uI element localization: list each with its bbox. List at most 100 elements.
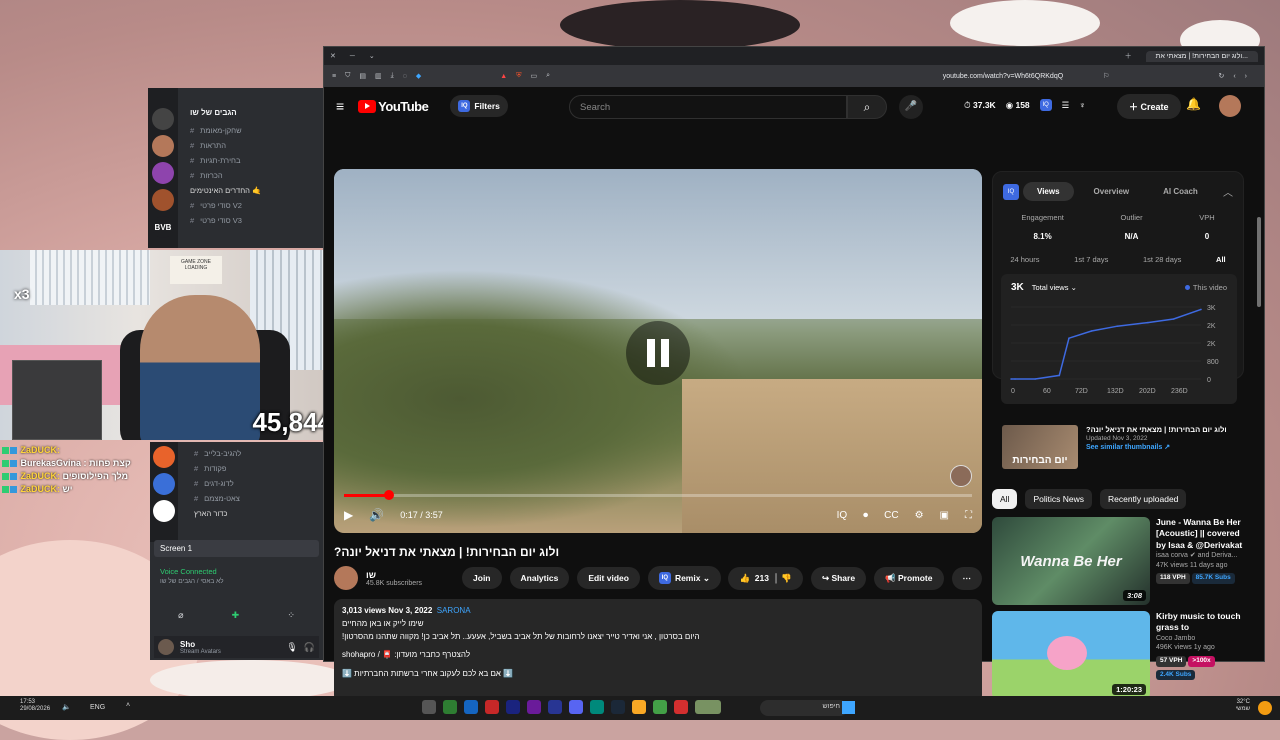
tab-youtube[interactable]: ולוג יום הבחירות! | מצאתי את... [1145,50,1258,62]
back-icon[interactable]: ‹ [1233,73,1235,80]
analytics-button[interactable]: Analytics [509,567,570,589]
discord-channel[interactable]: # לדוג-דגים [182,476,322,491]
close-icon[interactable]: ✕ [330,52,336,60]
bookmark-icon[interactable]: ⚐ [1103,72,1109,80]
server-icon[interactable] [152,108,174,130]
discord-app-icon[interactable] [569,700,583,714]
activity-icon[interactable]: ✚ [232,610,240,626]
server-icon[interactable] [153,473,175,495]
description-box[interactable]: 3,013 views Nov 3, 2022 SARONA שימו לייק… [334,599,982,703]
captions-icon[interactable]: CC [884,510,898,521]
trophy-icon[interactable]: ♆ [1079,100,1085,110]
discord-channel[interactable]: # הכרזות [178,168,323,183]
pause-overlay-icon[interactable] [626,321,690,385]
join-button[interactable]: Join [462,567,502,589]
app-icon[interactable] [590,700,604,714]
app-icon[interactable] [464,700,478,714]
settings-gear-icon[interactable]: ⚙ [915,510,924,521]
user-panel[interactable]: Sho Stream Avatars 🎙 🎧 [154,636,319,658]
vidiq-thumbnail-card[interactable]: יום הבחירות ולוג יום הבחירות! | מצאתי את… [1002,425,1244,469]
promote-button[interactable]: 📢 Promote [874,566,944,590]
discord-category[interactable]: כדור הארץ [182,506,322,521]
search-button[interactable]: ⌕ [847,95,887,119]
range-24h[interactable]: 24 hours [1010,255,1039,264]
similar-thumbnails-link[interactable]: See similar thumbnails ↗ [1086,443,1227,452]
play-icon[interactable]: ▶ [344,508,353,522]
notifications-bell-icon[interactable]: 🔔 [1186,97,1201,111]
progress-bar[interactable] [344,490,972,500]
miniplayer-icon[interactable]: ▣ [940,510,949,521]
shield-icon[interactable]: ⛉ [345,72,350,80]
tab-ai-coach[interactable]: AI Coach [1149,182,1212,201]
new-tab-icon[interactable]: ＋ [1125,51,1132,61]
discord-server-title[interactable]: הגבים של שו [178,88,323,123]
download-icon[interactable]: ⤓ [391,72,394,80]
alert-icon[interactable]: ▲ [500,73,507,80]
chip-recently-uploaded[interactable]: Recently uploaded [1100,489,1187,509]
scrollbar[interactable] [1257,217,1261,307]
discord-channel[interactable]: # סודי פרטי V3 [178,213,323,228]
app-icon[interactable] [653,700,667,714]
discord-channel[interactable]: # פקודות [182,461,322,476]
fullscreen-icon[interactable]: ⛶ [965,510,972,521]
taskbar-clock[interactable]: 17:53 29/08/2026 [20,699,50,713]
video-player[interactable]: ▶ 🔊 0:17 / 3:57 IQ ⏺ CC ⚙ ▣ ⛶ [334,169,982,533]
list-icon[interactable]: ☰ [1062,100,1070,111]
share-button[interactable]: ↪ Share [810,566,867,590]
location-tag[interactable]: SARONA [437,606,471,615]
server-icon[interactable] [152,135,174,157]
server-icon-bvb[interactable]: BVB [152,216,174,238]
app-icon[interactable] [443,700,457,714]
create-button[interactable]: ＋ Create [1117,94,1181,119]
weather-widget[interactable]: 32°C שמשי [1236,699,1250,713]
sidebar-icon[interactable]: ▥ [375,72,382,80]
brave-app-icon[interactable] [674,700,688,714]
discord-channel[interactable]: # בחירת-תגיות [178,153,323,168]
app-icon[interactable] [506,700,520,714]
search-icon[interactable]: ⌕ [546,72,550,80]
server-icon[interactable] [152,162,174,184]
discord-channel[interactable]: # להגיב-בלייב [182,446,322,461]
app-icon[interactable] [695,700,721,714]
discord-channel[interactable]: # שחקן-מאומת [178,123,323,138]
channel-watermark[interactable] [950,465,972,487]
remix-button[interactable]: IQ Remix ⌄ [647,566,721,590]
chip-all[interactable]: All [992,489,1018,509]
speaker-icon[interactable]: 🔈 [62,703,71,711]
youtube-logo[interactable]: YouTube [358,99,429,114]
voice-search-button[interactable]: 🎤 [899,95,923,119]
discord-category[interactable]: החדרים האינטימים 🤙 [178,183,323,198]
reader-icon[interactable]: ▤ [359,72,366,80]
server-icon[interactable] [152,189,174,211]
folder-app-icon[interactable] [632,700,646,714]
voice-connected-status[interactable]: Voice Connected [154,565,319,578]
taskbar-search[interactable]: חיפוש [760,700,848,716]
discord-channel[interactable]: # התראות [178,138,323,153]
server-icon[interactable] [153,446,175,468]
disconnect-icon[interactable]: ⌀ [178,610,183,626]
forward-icon[interactable]: › [1245,73,1247,80]
discord-channel[interactable]: # סודי פרטי V2 [178,198,323,213]
soundboard-icon[interactable]: ⁘ [287,610,295,626]
range-7d[interactable]: 1st 7 days [1074,255,1108,264]
autoplay-toggle[interactable]: ⏺ [863,510,868,521]
steam-app-icon[interactable] [611,700,625,714]
edit-video-button[interactable]: Edit video [577,567,640,589]
hamburger-icon[interactable]: ≡ [336,98,344,114]
headset-icon[interactable]: 🎧 [304,642,315,653]
windows-start-icon[interactable] [842,701,855,714]
recommended-video[interactable]: 1:20:23 Kirby music to touch grass to Co… [992,611,1254,699]
recommended-video[interactable]: Wanna Be Her 3:08 June - Wanna Be Her [A… [992,517,1254,605]
collapse-icon[interactable]: ︿ [1223,184,1233,199]
menu-icon[interactable]: ≡ [332,73,336,80]
more-actions-button[interactable]: ⋯ [951,566,982,590]
reload-icon[interactable]: ↻ [1218,72,1224,80]
mic-icon[interactable]: 🎙 [286,642,297,653]
chip-politics-news[interactable]: Politics News [1025,489,1092,509]
screen-share-tile[interactable]: Screen 1 [154,540,319,557]
minimize-icon[interactable]: ─ [350,53,355,60]
chevron-down-icon[interactable]: ⌄ [369,52,375,60]
filters-button[interactable]: IQ Filters [450,95,508,117]
brave-icon[interactable]: ⛨ [516,72,521,80]
account-avatar[interactable] [1219,95,1241,117]
